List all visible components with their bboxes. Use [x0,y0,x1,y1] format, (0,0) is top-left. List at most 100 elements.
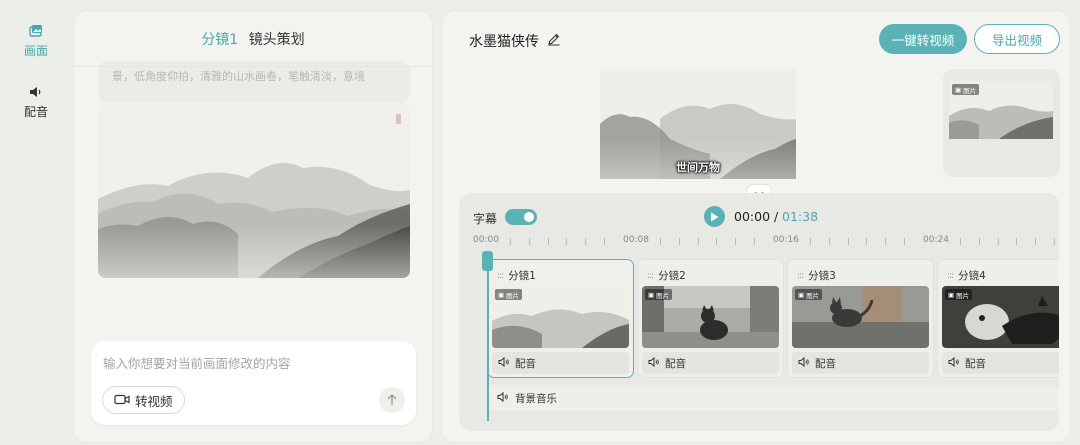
clip-thumbnail: ▣ 图片 [942,286,1059,348]
rail-item-label: 画面 [23,44,48,58]
ruler-tick [960,238,961,245]
send-button[interactable] [379,387,405,413]
image-small-icon: ▣ [948,290,955,299]
shot-prompt-card[interactable]: 景，低角度仰拍，清雅的山水画卷，笔触清淡，意境 [98,61,410,103]
shot-image[interactable] [98,104,410,278]
shot-prompt-text: 景，低角度仰拍，清雅的山水画卷，笔触清淡，意境 [112,70,365,83]
panel-title: 分镜1 镜头策划 [74,29,432,49]
voiceover-label: 配音 [515,357,536,370]
image-small-icon: ▣ [498,290,505,299]
clip-header: ::: 分镜3 [797,268,836,283]
preview-subtitle: 世间万物 [676,161,720,174]
ruler-tick [978,238,980,245]
image-badge: ▣ 图片 [945,289,973,300]
clip-header: ::: 分镜1 [497,268,536,283]
image-small-icon: ▣ [648,290,655,299]
clip-2[interactable]: ::: 分镜2 ▣ 图片 配音 [637,259,784,378]
image-small-icon: ▣ [955,85,962,94]
ruler-label: 00:00 [473,235,499,245]
clip-voiceover[interactable]: 配音 [792,352,929,374]
time-ruler[interactable]: 00:00 00:08 00:16 00:24 [473,235,1059,249]
storyboard-panel: 分镜1 镜头策划 景，低角度仰拍，清雅的山水画卷，笔触清淡，意境 输入你想要对当… [73,10,433,443]
video-preview[interactable]: 世间万物 [600,69,796,179]
ruler-tick [828,238,830,245]
ruler-tick [547,238,549,245]
next-shot-preview[interactable]: ▣ 图片 [943,69,1060,177]
ruler-tick [847,238,849,245]
clip-3[interactable]: ::: 分镜3 ▣ 图片 配音 [787,259,934,378]
ruler-tick [866,238,868,245]
ruler-tick [716,238,718,245]
badge-label: 图片 [656,291,670,300]
timeline: 字幕 00:00 / 01:38 00:00 00:08 00:16 00:24… [459,193,1059,431]
speaker-icon [14,86,58,101]
subtitle-toggle[interactable] [505,209,537,225]
playhead-handle[interactable] [482,251,493,271]
rail-item-label: 配音 [23,105,48,119]
ruler-tick [903,238,905,245]
voiceover-label: 配音 [665,357,686,370]
clip-1[interactable]: ::: 分镜1 ▣ 图片 配音 [487,259,634,378]
left-rail: 画面 配音 [0,0,72,445]
ruler-tick [753,238,755,245]
export-video-button[interactable]: 导出视频 [974,24,1060,54]
to-video-button[interactable]: 转视频 [102,386,185,414]
clip-name: 分镜4 [958,270,986,282]
ruler-tick [735,238,736,245]
clip-4[interactable]: ::: 分镜4 ▣ 图片 配音 [937,259,1059,378]
editor-panel: 水墨猫侠传 一键转视频 导出视频 世间万物 ▣ 图片 字幕 00:00 / 01… [441,10,1071,443]
clip-thumbnail: ▣ 图片 [492,286,629,348]
play-button[interactable] [704,206,725,227]
image-badge: ▣ 图片 [952,84,980,95]
ruler-label: 00:16 [773,235,799,245]
arrow-up-icon [386,391,398,410]
project-title-bar: 水墨猫侠传 [469,31,561,51]
speaker-outline-icon [948,356,960,370]
storyboard-index: 分镜1 [201,32,239,48]
clip-header: ::: 分镜4 [947,268,986,283]
badge-label: 图片 [956,291,970,300]
image-badge: ▣ 图片 [795,289,823,300]
clip-name: 分镜2 [658,270,686,282]
clip-thumbnail: ▣ 图片 [642,286,779,348]
clip-voiceover[interactable]: 配音 [642,352,779,374]
background-music-track[interactable]: 背景音乐 [487,385,1059,411]
ruler-tick [997,238,999,245]
playhead[interactable] [487,251,489,421]
edit-input-placeholder: 输入你想要对当前画面修改的内容 [103,356,291,371]
voiceover-label: 配音 [815,357,836,370]
clip-name: 分镜3 [808,270,836,282]
to-video-label: 转视频 [135,393,173,409]
drag-handle-icon[interactable]: ::: [497,271,504,281]
rail-item-image[interactable]: 画面 [14,24,58,59]
one-click-video-button[interactable]: 一键转视频 [879,24,967,54]
total-time: 01:38 [782,209,819,224]
current-time: 00:00 [734,209,771,224]
ruler-tick [1016,238,1018,245]
ruler-tick [510,238,511,245]
clip-header: ::: 分镜2 [647,268,686,283]
clip-voiceover[interactable]: 配音 [492,352,629,374]
rail-item-voice[interactable]: 配音 [14,86,58,120]
play-icon [710,207,719,226]
storyboard-title: 镜头策划 [248,32,305,48]
ruler-tick [1035,238,1036,245]
clip-voiceover[interactable]: 配音 [942,352,1059,374]
badge-label: 图片 [506,291,520,300]
drag-handle-icon[interactable]: ::: [797,271,804,281]
drag-handle-icon[interactable]: ::: [647,271,654,281]
image-badge: ▣ 图片 [495,289,523,300]
ruler-label: 00:24 [923,235,949,245]
ruler-label: 00:08 [623,235,649,245]
edit-input-box[interactable]: 输入你想要对当前画面修改的内容 转视频 [91,341,416,425]
ruler-tick [660,238,661,245]
badge-label: 图片 [963,86,977,95]
ruler-tick [885,238,886,245]
clip-thumbnail: ▣ 图片 [792,286,929,348]
ruler-tick [810,238,811,245]
ruler-tick [585,238,586,245]
ruler-tick [566,238,568,245]
drag-handle-icon[interactable]: ::: [947,271,954,281]
ruler-tick [678,238,680,245]
edit-pencil-icon[interactable] [547,32,561,50]
